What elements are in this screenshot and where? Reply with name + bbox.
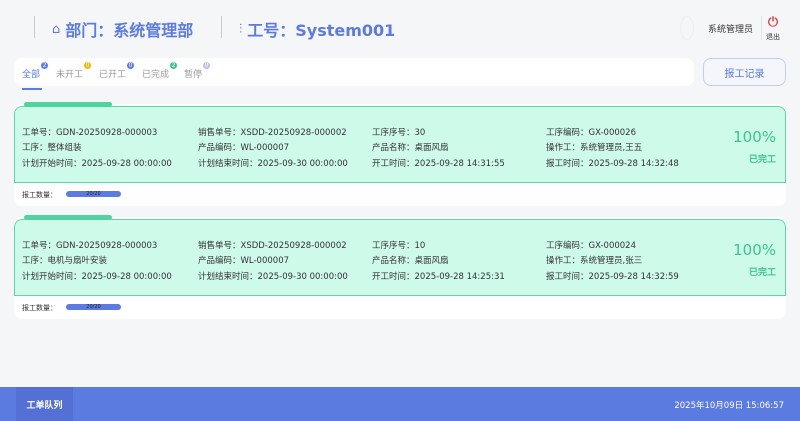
order-field: 产品名称：桌面风扇: [372, 143, 449, 153]
order-field: 产品编码：WL-000007: [198, 256, 290, 266]
footer-bar: 工单队列 2025年10月09日 15:06:57: [0, 387, 800, 421]
tab-label: 已完成: [142, 70, 170, 80]
quantity-progress-bar: 20/20: [66, 304, 121, 310]
order-field: 工序编码：GX-000024: [546, 241, 637, 251]
divider: [221, 16, 222, 38]
order-field: 工序：整体组装: [22, 143, 82, 153]
tab-0[interactable]: 全部 2: [22, 62, 49, 90]
department-title: ⌂ 部门：系统管理部: [52, 17, 193, 41]
count-badge: 0: [84, 62, 92, 69]
order-field: 开工时间：2025-09-28 14:31:55: [372, 159, 505, 169]
report-records-button[interactable]: 报工记录: [703, 58, 786, 86]
card-indicator: [24, 215, 112, 220]
count-badge: 2: [170, 62, 178, 69]
order-field: 工序序号：30: [372, 128, 426, 138]
user-name: 系统管理员: [708, 25, 754, 35]
card-indicator: [24, 102, 112, 107]
tab-2[interactable]: 已开工 0: [99, 62, 135, 80]
logout-label: 退出: [766, 33, 780, 41]
avatar[interactable]: [680, 16, 694, 40]
order-field: 产品编码：WL-000007: [198, 143, 290, 153]
divider: [761, 16, 762, 40]
order-field: 销售单号：XSDD-20250928-000002: [198, 241, 347, 251]
department-label: 部门：系统管理部: [65, 21, 194, 40]
order-field: 操作工：系统管理员,张三: [546, 256, 643, 266]
count-badge: 2: [41, 62, 49, 69]
work-order-card[interactable]: 工单号：GDN-20250928-000003 销售单号：XSDD-2025092…: [14, 102, 786, 206]
order-field: 工单号：GDN-20250928-000003: [22, 128, 158, 138]
current-datetime: 2025年10月09日 15:06:57: [674, 401, 784, 411]
completion-percent: 100%: [733, 128, 776, 146]
tab-label: 暂停: [184, 70, 203, 80]
power-icon: ⏻: [767, 15, 779, 30]
order-field: 计划开始时间：2025-09-28 00:00:00: [22, 272, 172, 282]
order-field: 计划结束时间：2025-09-30 00:00:00: [198, 272, 348, 282]
status-label: 已完工: [748, 155, 776, 165]
status-label: 已完工: [748, 268, 776, 278]
logout-button[interactable]: ⏻ 退出: [766, 16, 780, 44]
status-tabs: 全部 2 未开工 0 已开工 0 已完成 2 暂停 0: [14, 58, 694, 90]
order-field: 工序编码：GX-000026: [546, 128, 637, 138]
order-field: 销售单号：XSDD-20250928-000002: [198, 128, 347, 138]
order-field: 计划结束时间：2025-09-30 00:00:00: [198, 159, 348, 169]
order-field: 工序序号：10: [372, 241, 426, 251]
order-field: 计划开始时间：2025-09-28 00:00:00: [22, 159, 172, 169]
tab-1[interactable]: 未开工 0: [56, 62, 92, 80]
quantity-progress-bar: 20/20: [66, 191, 121, 197]
worker-title: ⫶ 工号：System001: [239, 17, 395, 41]
tab-label: 已开工: [99, 70, 127, 80]
quantity-label: 报工数量：: [22, 304, 57, 312]
order-field: 产品名称：桌面风扇: [372, 256, 449, 266]
work-order-card[interactable]: 工单号：GDN-20250928-000003 销售单号：XSDD-2025092…: [14, 215, 786, 319]
divider: [34, 16, 35, 38]
order-field: 操作工：系统管理员,王五: [546, 143, 643, 153]
order-field: 开工时间：2025-09-28 14:25:31: [372, 272, 505, 282]
sliders-icon: ⫶: [239, 21, 243, 37]
tab-label: 未开工: [56, 70, 84, 80]
order-field: 报工时间：2025-09-28 14:32:48: [546, 159, 679, 169]
tab-label: 全部: [22, 70, 41, 80]
tab-work-order-queue[interactable]: 工单队列: [16, 387, 73, 421]
order-field: 报工时间：2025-09-28 14:32:59: [546, 272, 679, 282]
quantity-label: 报工数量：: [22, 191, 57, 199]
order-field: 工序：电机与扇叶安装: [22, 256, 108, 266]
order-field: 工单号：GDN-20250928-000003: [22, 241, 158, 251]
tab-3[interactable]: 已完成 2: [142, 62, 178, 80]
completion-percent: 100%: [733, 241, 776, 259]
tab-4[interactable]: 暂停 0: [184, 62, 211, 80]
count-badge: 0: [203, 62, 211, 69]
worker-label: 工号：System001: [247, 21, 396, 40]
home-icon: ⌂: [52, 21, 61, 37]
count-badge: 0: [127, 62, 135, 69]
